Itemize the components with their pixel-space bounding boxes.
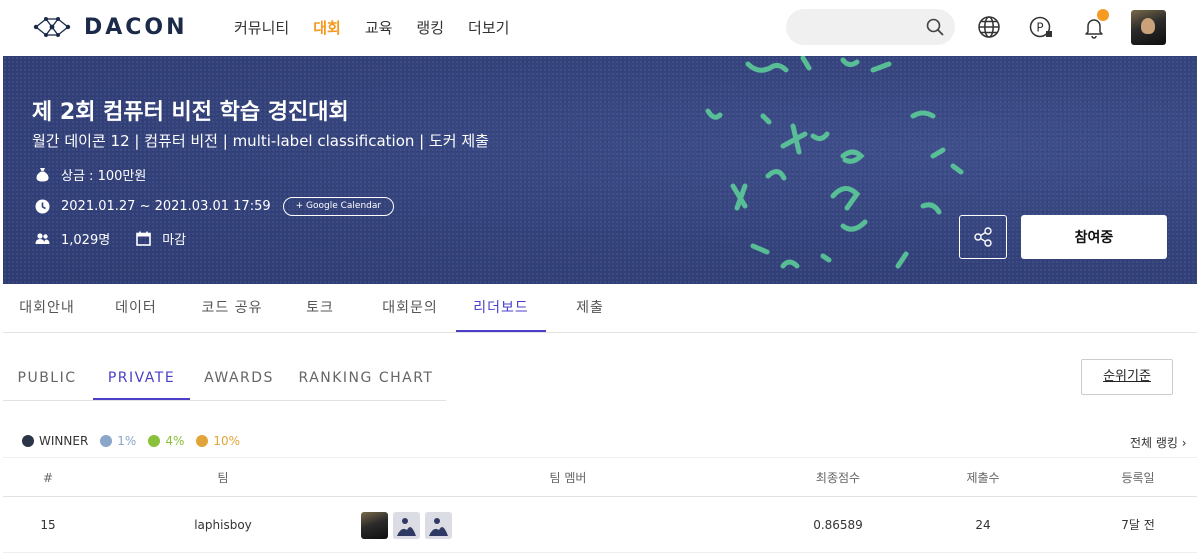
status-label: 마감 bbox=[136, 229, 186, 248]
logo-network-icon bbox=[33, 17, 71, 37]
legend-1pct-label: 1% bbox=[117, 434, 137, 448]
row-registered: 7달 전 bbox=[1121, 518, 1155, 532]
subtab-ranking-chart[interactable]: RANKING CHART bbox=[295, 357, 437, 400]
join-button[interactable]: 참여중 bbox=[1021, 215, 1167, 259]
prize-text: 상금 : 100만원 bbox=[61, 169, 147, 184]
legend-winner-label: WINNER bbox=[39, 434, 89, 448]
notification-badge bbox=[1097, 9, 1109, 21]
participants-count: 1,029명 bbox=[61, 233, 111, 248]
dacon-logo[interactable]: DACON bbox=[32, 12, 188, 42]
tab-code-share[interactable]: 코드 공유 bbox=[187, 284, 277, 332]
medal-legend: WINNER 1% 4% 10% bbox=[22, 434, 252, 448]
competition-subtitle: 월간 데이콘 12 | 컴퓨터 비전 | multi-label classif… bbox=[32, 132, 489, 150]
main-nav: 커뮤니티 대회 교육 랭킹 더보기 bbox=[234, 17, 533, 39]
winner-dot bbox=[22, 435, 34, 447]
col-submissions: 제출수 bbox=[966, 471, 1000, 485]
col-members: 팀 멤버 bbox=[549, 471, 587, 485]
status-text: 마감 bbox=[162, 233, 187, 248]
legend-1pct: 1% bbox=[100, 434, 136, 448]
money-bag-icon bbox=[36, 168, 49, 182]
table-row[interactable]: 15 laphisboy 0.86589 24 7달 전 bbox=[3, 497, 1197, 553]
search-icon[interactable] bbox=[926, 18, 944, 36]
legend-winner: WINNER bbox=[22, 434, 88, 448]
legend-10pct: 10% bbox=[196, 434, 240, 448]
google-calendar-button[interactable]: + Google Calendar bbox=[282, 197, 395, 216]
tab-data[interactable]: 데이터 bbox=[101, 284, 171, 332]
tab-submit[interactable]: 제출 bbox=[563, 284, 617, 332]
tab-talk[interactable]: 토크 bbox=[293, 284, 347, 332]
clock-icon bbox=[35, 199, 50, 214]
col-final-score: 최종점수 bbox=[815, 471, 861, 485]
people-icon bbox=[35, 233, 50, 244]
competition-title: 제 2회 컴퓨터 비전 학습 경진대회 bbox=[32, 100, 349, 125]
nav-item-ranking[interactable]: 랭킹 bbox=[416, 17, 444, 39]
calendar-icon bbox=[136, 231, 151, 246]
participation-info: 1,029명 마감 bbox=[35, 229, 186, 248]
tab-leaderboard[interactable]: 리더보드 bbox=[456, 284, 546, 332]
10pct-dot bbox=[196, 435, 209, 447]
top-header: DACON 커뮤니티 대회 교육 랭킹 더보기 P bbox=[0, 0, 1199, 56]
rank-basis-button[interactable]: 순위기준 bbox=[1081, 359, 1173, 395]
tab-inquiry[interactable]: 대회문의 bbox=[369, 284, 451, 332]
share-icon bbox=[974, 227, 992, 247]
svg-text:P: P bbox=[1036, 21, 1043, 35]
legend-4pct-label: 4% bbox=[165, 434, 185, 448]
globe-icon[interactable] bbox=[977, 15, 1001, 39]
tab-overview[interactable]: 대회안내 bbox=[3, 284, 91, 332]
row-submissions: 24 bbox=[975, 518, 991, 532]
row-rank: 15 bbox=[40, 518, 56, 532]
share-button[interactable] bbox=[959, 215, 1007, 259]
1pct-dot bbox=[100, 435, 113, 447]
subtab-public[interactable]: PUBLIC bbox=[3, 357, 91, 400]
full-ranking-link[interactable]: 전체 랭킹 › bbox=[1130, 434, 1187, 451]
leaderboard-header: # 팀 팀 멤버 최종점수 제출수 등록일 bbox=[3, 457, 1197, 497]
team-members bbox=[361, 512, 452, 539]
member-avatar[interactable] bbox=[361, 512, 388, 539]
nav-item-more[interactable]: 더보기 bbox=[468, 17, 509, 39]
leaderboard-subtabs: PUBLIC PRIVATE AWARDS RANKING CHART bbox=[3, 357, 446, 401]
period-text: 2021.01.27 ~ 2021.03.01 17:59 bbox=[61, 199, 271, 214]
member-avatar-default[interactable] bbox=[393, 512, 420, 539]
legend-10pct-label: 10% bbox=[213, 434, 241, 448]
period-info: 2021.01.27 ~ 2021.03.01 17:59 + Google C… bbox=[35, 197, 395, 216]
nav-item-community[interactable]: 커뮤니티 bbox=[234, 17, 289, 39]
row-final-score: 0.86589 bbox=[813, 518, 863, 532]
4pct-dot bbox=[148, 435, 161, 447]
row-team-name[interactable]: laphisboy bbox=[153, 497, 293, 553]
col-registered: 등록일 bbox=[1121, 471, 1155, 485]
subtab-private[interactable]: PRIVATE bbox=[93, 357, 190, 400]
point-icon[interactable]: P bbox=[1029, 15, 1053, 39]
search-input[interactable] bbox=[786, 9, 955, 45]
prize-info: 상금 : 100만원 bbox=[35, 165, 146, 184]
subtab-awards[interactable]: AWARDS bbox=[196, 357, 282, 400]
col-team: 팀 bbox=[217, 471, 229, 485]
competition-tabs: 대회안내 데이터 코드 공유 토크 대회문의 리더보드 제출 bbox=[3, 284, 1197, 333]
member-avatar-default[interactable] bbox=[425, 512, 452, 539]
competition-banner: 제 2회 컴퓨터 비전 학습 경진대회 월간 데이콘 12 | 컴퓨터 비전 |… bbox=[3, 56, 1197, 284]
col-rank: # bbox=[42, 471, 54, 485]
legend-4pct: 4% bbox=[148, 434, 184, 448]
nav-item-competition[interactable]: 대회 bbox=[313, 17, 341, 39]
user-avatar[interactable] bbox=[1131, 10, 1166, 45]
nav-item-education[interactable]: 교육 bbox=[365, 17, 393, 39]
logo-text: DACON bbox=[84, 14, 188, 40]
